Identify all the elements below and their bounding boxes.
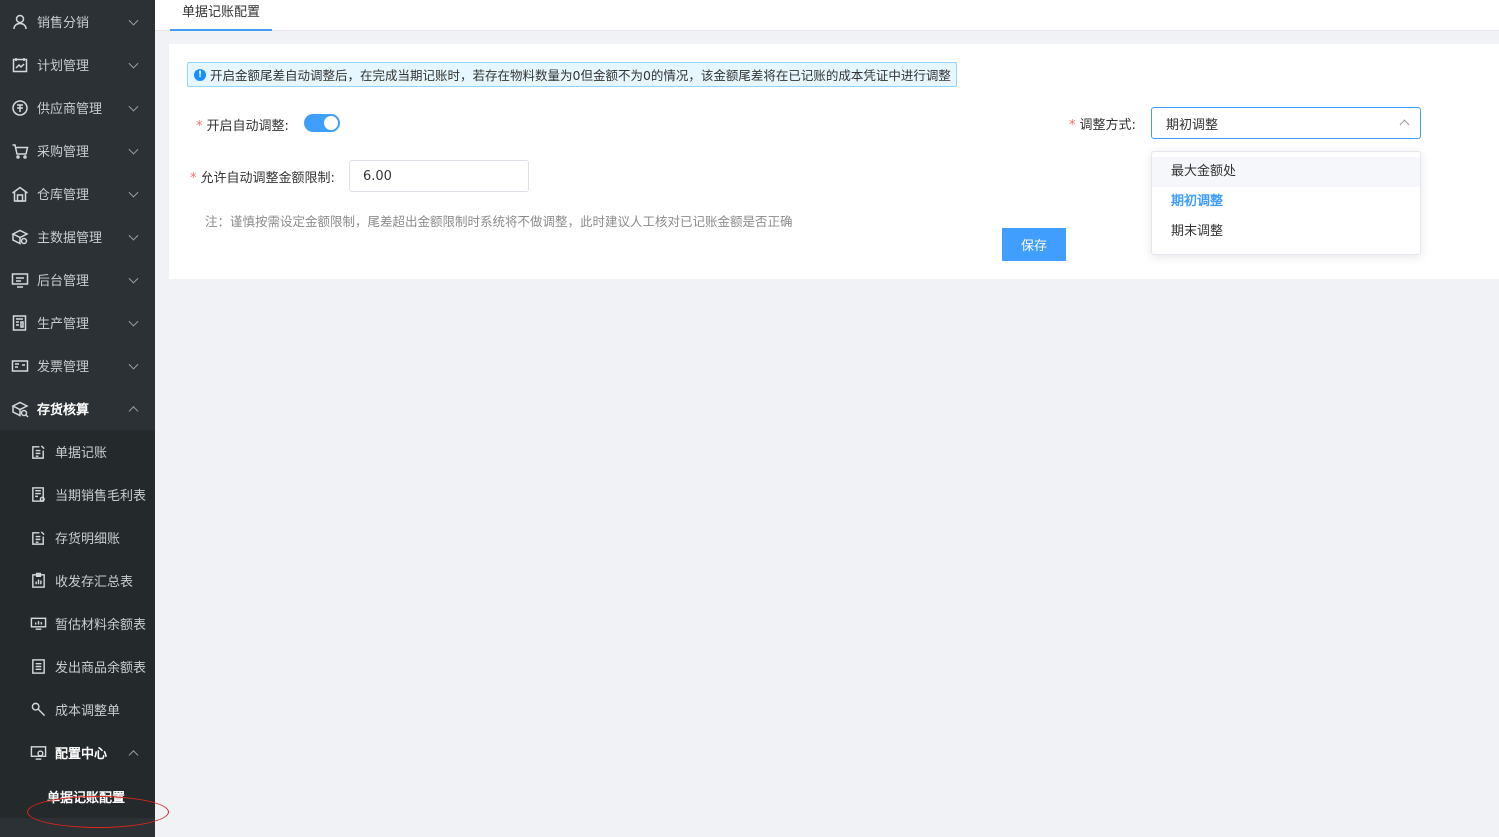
chevron-down-icon — [128, 316, 139, 327]
sidebar-item-purchase[interactable]: 采购管理 — [0, 129, 155, 172]
sidebar-item-label: 仓库管理 — [37, 188, 90, 203]
sidebar-item-label: 单据记账配置 — [47, 790, 126, 806]
sidebar-item-label: 当期销售毛利表 — [55, 489, 147, 504]
sidebar-item-sales[interactable]: 销售分销 — [0, 0, 155, 43]
admin-icon — [10, 270, 30, 290]
chevron-down-icon — [128, 144, 139, 155]
option-period-start[interactable]: 期初调整 — [1152, 187, 1420, 217]
auto-adjust-label-text: 开启自动调整: — [206, 119, 289, 134]
sidebar-subitem-shipped-goods[interactable]: 发出商品余额表 — [0, 645, 155, 688]
sidebar-subitem-inventory-ledger[interactable]: 存货明细账 — [0, 516, 155, 559]
option-max-amount[interactable]: 最大金额处 — [1152, 157, 1420, 187]
sidebar-item-label: 发票管理 — [37, 360, 90, 375]
sidebar-item-plan[interactable]: 计划管理 — [0, 43, 155, 86]
list-document-icon — [28, 657, 48, 677]
edit-document-icon — [28, 528, 48, 548]
adjust-method-dropdown: 最大金额处 期初调整 期末调整 — [1151, 151, 1421, 255]
sidebar-item-label: 存货明细账 — [55, 532, 121, 547]
sidebar-subitem-config-center[interactable]: 配置中心 — [0, 731, 155, 774]
edit-document-icon — [28, 442, 48, 462]
sidebar-item-label: 暂估材料余额表 — [55, 618, 147, 633]
chevron-down-icon — [128, 101, 139, 112]
data-icon — [10, 227, 30, 247]
sidebar-item-label: 收发存汇总表 — [55, 575, 134, 590]
sidebar-item-label: 销售分销 — [37, 16, 90, 31]
chevron-down-icon — [128, 15, 139, 26]
sidebar-item-label: 单据记账 — [55, 446, 108, 461]
sidebar-item-label: 发出商品余额表 — [55, 661, 147, 676]
sidebar-subitem-estimated-materials[interactable]: 暂估材料余额表 — [0, 602, 155, 645]
chevron-down-icon — [128, 58, 139, 69]
info-alert-text: 开启金额尾差自动调整后，在完成当期记账时，若存在物料数量为0但金额不为0的情况，… — [210, 68, 951, 83]
wrench-icon — [28, 700, 48, 720]
cart-icon — [10, 141, 30, 161]
required-mark: * — [1069, 118, 1076, 133]
info-alert: ! 开启金额尾差自动调整后，在完成当期记账时，若存在物料数量为0但金额不为0的情… — [187, 62, 957, 87]
supplier-icon — [10, 98, 30, 118]
invoice-icon — [10, 356, 30, 376]
limit-label: * 允许自动调整金额限制: — [190, 167, 335, 186]
production-icon — [10, 313, 30, 333]
sidebar-item-supplier[interactable]: 供应商管理 — [0, 86, 155, 129]
sidebar-item-master-data[interactable]: 主数据管理 — [0, 215, 155, 258]
sidebar-item-label: 采购管理 — [37, 145, 90, 160]
clipboard-chart-icon — [28, 571, 48, 591]
chevron-down-icon — [128, 273, 139, 284]
tab-voucher-posting-config[interactable]: 单据记账配置 — [170, 0, 273, 31]
limit-label-text: 允许自动调整金额限制: — [200, 171, 335, 186]
method-label: * 调整方式: — [1069, 114, 1136, 133]
monitor-chart-icon — [28, 614, 48, 634]
sidebar-item-label: 主数据管理 — [37, 231, 103, 246]
sidebar-item-label: 计划管理 — [37, 59, 90, 74]
chevron-down-icon — [128, 187, 139, 198]
chevron-up-icon — [1399, 119, 1410, 130]
option-period-end[interactable]: 期末调整 — [1152, 217, 1420, 247]
auto-adjust-toggle[interactable] — [304, 114, 340, 132]
chevron-down-icon — [128, 359, 139, 370]
sidebar-item-invoice[interactable]: 发票管理 — [0, 344, 155, 387]
plan-icon — [10, 55, 30, 75]
sidebar-item-label: 存货核算 — [37, 403, 90, 418]
method-label-text: 调整方式: — [1079, 118, 1136, 133]
adjust-method-value: 期初调整 — [1166, 117, 1219, 133]
required-mark: * — [190, 171, 197, 186]
sidebar-item-label: 后台管理 — [37, 274, 90, 289]
sidebar: 销售分销 计划管理 供应商管理 采购管理 仓库管理 主数据管理 后台管理 生产管… — [0, 0, 155, 837]
config-submenu: 单据记账配置 — [0, 774, 155, 818]
sidebar-item-admin[interactable]: 后台管理 — [0, 258, 155, 301]
info-icon: ! — [194, 68, 206, 81]
warehouse-icon — [10, 184, 30, 204]
sidebar-subitem-summary[interactable]: 收发存汇总表 — [0, 559, 155, 602]
required-mark: * — [196, 119, 203, 134]
sidebar-item-label: 成本调整单 — [55, 704, 121, 719]
save-button[interactable]: 保存 — [1002, 228, 1066, 261]
inventory-submenu: 单据记账 当期销售毛利表 存货明细账 收发存汇总表 暂估材料余额表 发出商品余额… — [0, 430, 155, 818]
report-icon — [28, 485, 48, 505]
sidebar-item-warehouse[interactable]: 仓库管理 — [0, 172, 155, 215]
sidebar-item-production[interactable]: 生产管理 — [0, 301, 155, 344]
chevron-up-icon — [128, 749, 139, 760]
sidebar-item-label: 生产管理 — [37, 317, 90, 332]
chevron-down-icon — [128, 230, 139, 241]
sidebar-item-inventory-accounting[interactable]: 存货核算 — [0, 387, 155, 430]
sidebar-subitem-voucher-posting-config[interactable]: 单据记账配置 — [0, 774, 155, 818]
sidebar-subitem-voucher-posting[interactable]: 单据记账 — [0, 430, 155, 473]
monitor-settings-icon — [28, 743, 48, 763]
toggle-knob — [324, 116, 338, 130]
sidebar-subitem-gross-profit[interactable]: 当期销售毛利表 — [0, 473, 155, 516]
adjust-method-select[interactable]: 期初调整 — [1151, 107, 1421, 139]
limit-note: 注：谨慎按需设定金额限制，尾差超出金额限制时系统将不做调整，此时建议人工核对已记… — [205, 214, 793, 229]
user-icon — [10, 12, 30, 32]
amount-limit-input[interactable] — [349, 160, 529, 192]
sidebar-subitem-cost-adjustment[interactable]: 成本调整单 — [0, 688, 155, 731]
auto-adjust-label: * 开启自动调整: — [196, 115, 289, 134]
chevron-up-icon — [128, 405, 139, 416]
tab-bar: 单据记账配置 — [155, 0, 1499, 31]
inventory-icon — [10, 399, 30, 419]
sidebar-item-label: 配置中心 — [55, 747, 108, 762]
sidebar-item-label: 供应商管理 — [37, 102, 103, 117]
